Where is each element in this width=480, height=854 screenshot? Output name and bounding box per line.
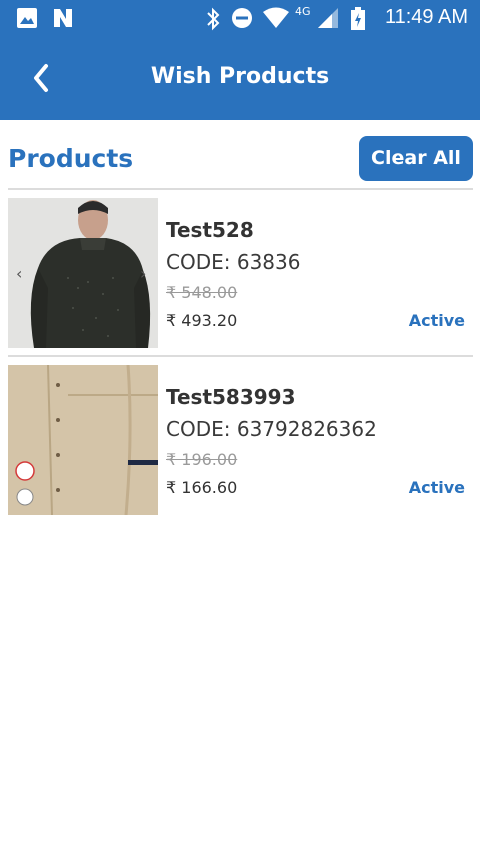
product-row[interactable]: ‹ › Test528 CODE: 63836 ₹ 548.00 ₹ 493.2… — [8, 198, 473, 348]
product-code: CODE: 63836 — [166, 250, 301, 274]
product-mrp: ₹ 196.00 — [166, 450, 238, 469]
clock: 11:49 AM — [384, 6, 468, 28]
battery-icon — [351, 7, 365, 30]
clear-all-button[interactable]: Clear All — [359, 136, 473, 181]
status-badge: Active — [408, 311, 465, 330]
chevron-left-icon[interactable]: ‹ — [16, 264, 22, 283]
wifi-icon — [263, 7, 289, 28]
divider — [8, 355, 473, 357]
product-code: CODE: 63792826362 — [166, 417, 377, 441]
n-icon — [54, 9, 72, 27]
chevron-right-icon[interactable]: › — [140, 264, 146, 283]
section-title: Products — [8, 144, 134, 173]
page-title: Wish Products — [150, 64, 330, 89]
app-bar: Wish Products — [0, 38, 480, 120]
image-icon — [17, 8, 37, 28]
status-bar: 4G 11:49 AM — [0, 0, 480, 38]
product-mrp: ₹ 548.00 — [166, 283, 238, 302]
network-type: 4G — [295, 5, 311, 18]
product-price: ₹ 493.20 — [166, 311, 238, 330]
divider — [8, 188, 473, 190]
bluetooth-icon — [207, 7, 220, 31]
signal-icon — [318, 8, 338, 28]
status-badge: Active — [408, 478, 465, 497]
product-row[interactable]: Test583993 CODE: 63792826362 ₹ 196.00 ₹ … — [8, 365, 473, 515]
product-name: Test583993 — [166, 385, 296, 409]
product-name: Test528 — [166, 218, 254, 242]
product-image[interactable]: ‹ › — [8, 198, 158, 348]
dnd-icon — [232, 8, 252, 28]
product-price: ₹ 166.60 — [166, 478, 238, 497]
product-image[interactable] — [8, 365, 158, 515]
